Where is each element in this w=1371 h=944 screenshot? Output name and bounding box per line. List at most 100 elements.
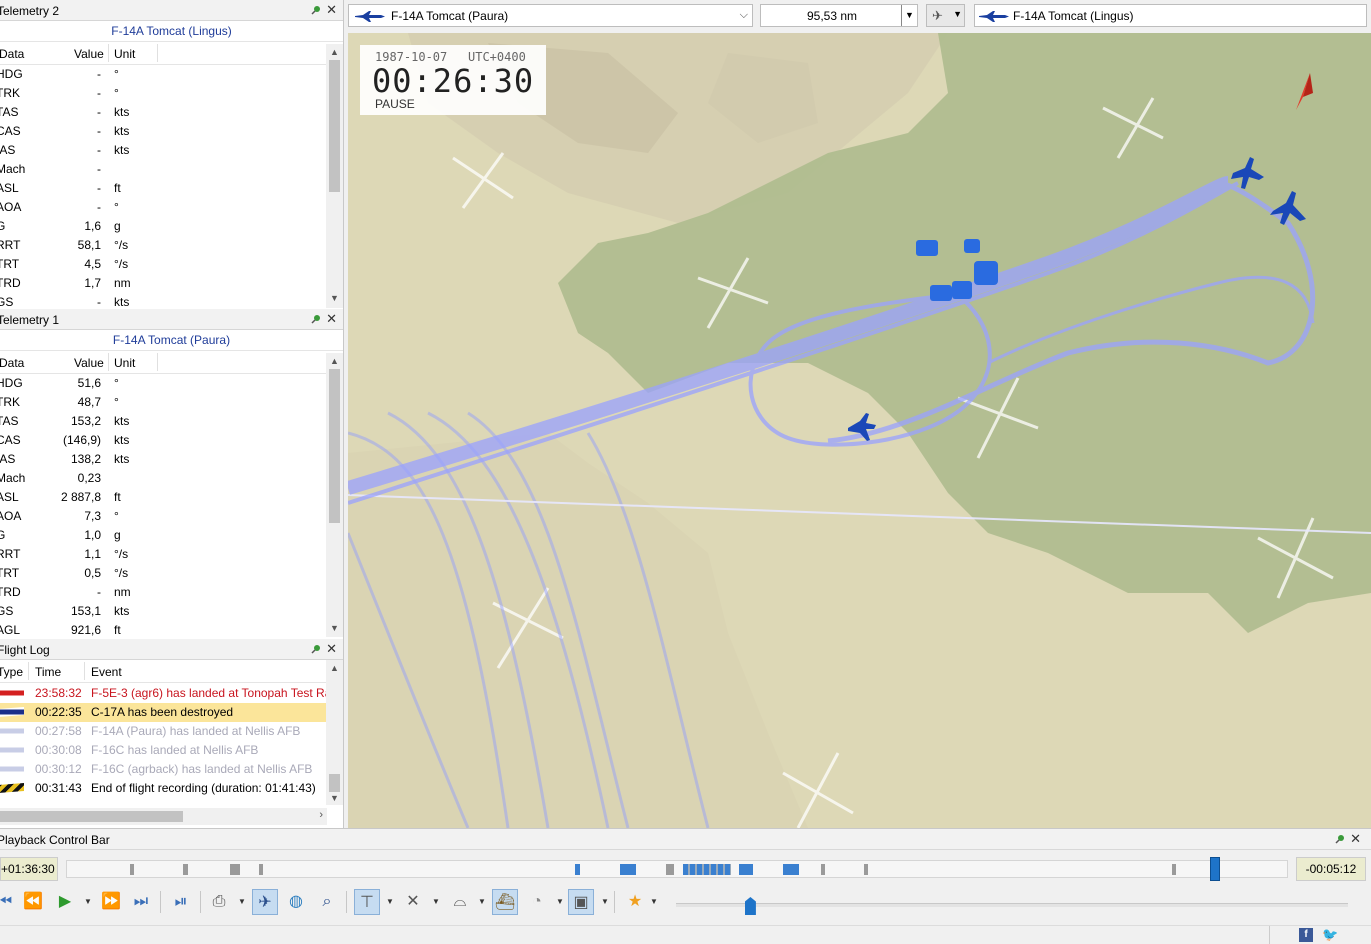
chevron-down-icon[interactable]: ▼ xyxy=(478,897,486,906)
list-item[interactable]: 23:58:32 F-5E-3 (agr6) has landed at Tono… xyxy=(0,684,343,703)
scroll-thumb[interactable] xyxy=(329,369,340,523)
telescope-icon[interactable]: ⌕ xyxy=(314,889,340,915)
chevron-down-icon[interactable]: ▼ xyxy=(386,897,394,906)
table-row[interactable]: IAS -kts xyxy=(0,141,343,160)
chevron-down-icon[interactable]: ▼ xyxy=(650,897,658,906)
scroll-thumb[interactable] xyxy=(329,60,340,192)
labels-icon[interactable]: ▣ xyxy=(568,889,594,915)
chevron-down-icon[interactable]: ▼ xyxy=(238,897,246,906)
col-value-header[interactable]: Value xyxy=(74,47,104,61)
chevron-down-icon[interactable]: ▼ xyxy=(432,897,440,906)
pin-icon[interactable] xyxy=(311,644,321,654)
aircraft-right-select[interactable]: F-14A Tomcat (Lingus) xyxy=(974,4,1367,27)
scrollbar[interactable]: ▲ ▼ xyxy=(326,44,343,308)
horizontal-scrollbar[interactable]: › xyxy=(0,808,327,825)
scrollbar[interactable]: ▲ ▼ xyxy=(326,353,343,637)
chevron-down-icon[interactable]: ▼ xyxy=(901,5,917,26)
list-item[interactable]: 00:27:58 F-14A (Paura) has landed at Nell… xyxy=(0,722,343,741)
table-row[interactable]: TRT 0,5 °/s xyxy=(0,564,343,583)
scroll-thumb[interactable] xyxy=(329,774,340,792)
scroll-down-icon[interactable]: ▼ xyxy=(330,623,339,633)
table-row[interactable]: IAS 138,2 kts xyxy=(0,450,343,469)
facebook-icon[interactable]: f xyxy=(1299,928,1313,942)
col-event-header[interactable]: Event xyxy=(91,665,122,679)
camera-mode-select[interactable]: ✈ ▼ xyxy=(926,4,965,27)
scroll-right-icon[interactable]: › xyxy=(319,809,323,821)
list-item[interactable]: 00:30:12 F-16C (agrback) has landed at Ne… xyxy=(0,760,343,779)
table-row[interactable]: AOA 7,3 ° xyxy=(0,507,343,526)
table-row[interactable]: GS - kts xyxy=(0,293,343,307)
table-row[interactable]: CAS - kts xyxy=(0,122,343,141)
frame-step-icon[interactable]: ⏯ xyxy=(168,889,194,915)
table-row[interactable]: ASL - ft xyxy=(0,179,343,198)
table-row[interactable]: Mach - xyxy=(0,160,343,179)
scroll-down-icon[interactable]: ▼ xyxy=(330,793,339,803)
list-item[interactable]: 00:22:35 C-17A has been destroyed xyxy=(0,703,343,722)
radar-tool-icon[interactable]: ⊤ xyxy=(354,889,380,915)
timeline-cursor[interactable] xyxy=(1209,857,1220,881)
distance-select[interactable]: 95,53 nm ▼ xyxy=(760,4,918,27)
close-icon[interactable]: ✕ xyxy=(326,2,337,18)
twitter-icon[interactable]: 🐦 xyxy=(1322,928,1338,942)
table-row[interactable]: TRK -° xyxy=(0,84,343,103)
table-row[interactable]: TAS -kts xyxy=(0,103,343,122)
scroll-down-icon[interactable]: ▼ xyxy=(330,293,339,303)
ground-unit-icon[interactable]: ⌓ xyxy=(447,889,473,915)
smoke-icon[interactable]: ◔ xyxy=(524,889,550,915)
table-row[interactable]: G 1,0 g xyxy=(0,526,343,545)
fast-forward-icon[interactable]: ⏩ xyxy=(98,889,124,915)
list-item[interactable]: 00:30:08 F-16C has landed at Nellis AFB xyxy=(0,741,343,760)
col-type-header[interactable]: Type xyxy=(0,665,23,679)
table-row[interactable]: HDG - ° xyxy=(0,65,343,84)
table-row[interactable]: GS 153,1 kts xyxy=(0,602,343,621)
speed-slider-thumb[interactable] xyxy=(744,897,756,915)
globe-icon[interactable]: ◍ xyxy=(283,889,309,915)
col-data-header[interactable]: Data xyxy=(0,47,24,61)
scroll-up-icon[interactable]: ▲ xyxy=(330,47,339,57)
skip-start-icon[interactable]: ⏮ xyxy=(0,889,18,915)
ship-icon[interactable]: ⛴ xyxy=(492,889,518,915)
star-icon[interactable]: ★ xyxy=(622,889,648,915)
list-item[interactable]: 00:31:43 End of flight recording (duratio… xyxy=(0,779,343,798)
panel-header[interactable]: Telemetry 2 ✕ xyxy=(0,0,343,21)
scroll-up-icon[interactable]: ▲ xyxy=(330,663,339,673)
panel-header[interactable]: Flight Log ✕ xyxy=(0,639,343,660)
cockpit-view-icon[interactable]: ⎙ xyxy=(206,889,232,915)
table-row[interactable]: AOA - ° xyxy=(0,198,343,217)
pin-icon[interactable] xyxy=(311,314,321,324)
close-icon[interactable]: ✕ xyxy=(326,311,337,327)
play-icon[interactable]: ▶ xyxy=(52,889,78,915)
table-row[interactable]: TAS 153,2 kts xyxy=(0,412,343,431)
table-row[interactable]: TRD -nm xyxy=(0,583,343,602)
timeline-track[interactable] xyxy=(66,860,1288,878)
chevron-down-icon[interactable]: ▼ xyxy=(556,897,564,906)
pin-icon[interactable] xyxy=(311,5,321,15)
table-row[interactable]: TRT 4,5 °/s xyxy=(0,255,343,274)
weapon-tool-icon[interactable]: ✕ xyxy=(400,889,426,915)
panel-header[interactable]: Telemetry 1 ✕ xyxy=(0,309,343,330)
chevron-down-icon[interactable]: ▼ xyxy=(601,897,609,906)
table-row[interactable]: ASL 2 887,8 ft xyxy=(0,488,343,507)
table-row[interactable]: HDG 51,6 ° xyxy=(0,374,343,393)
pin-icon[interactable] xyxy=(1335,834,1345,844)
scroll-thumb[interactable] xyxy=(0,811,183,822)
skip-end-icon[interactable]: ⏭ xyxy=(128,889,154,915)
table-row[interactable]: RRT 1,1 °/s xyxy=(0,545,343,564)
scrollbar[interactable]: ▲ ▼ xyxy=(326,660,343,805)
table-row[interactable]: RRT 58,1 °/s xyxy=(0,236,343,255)
table-row[interactable]: G 1,6 g xyxy=(0,217,343,236)
scroll-up-icon[interactable]: ▲ xyxy=(330,356,339,366)
table-row[interactable]: TRD 1,7 nm xyxy=(0,274,343,293)
speed-slider[interactable] xyxy=(676,903,1348,907)
col-data-header[interactable]: Data xyxy=(0,356,24,370)
col-unit-header[interactable]: Unit xyxy=(114,47,135,61)
table-row[interactable]: AGL 921,6 ft xyxy=(0,621,343,636)
table-row[interactable]: TRK 48,7 ° xyxy=(0,393,343,412)
map-view[interactable]: 1987-10-07 UTC+0400 00:26:30 PAUSE xyxy=(348,33,1371,828)
panel-header[interactable]: Playback Control Bar ✕ xyxy=(0,829,1371,850)
close-icon[interactable]: ✕ xyxy=(1350,831,1361,847)
col-unit-header[interactable]: Unit xyxy=(114,356,135,370)
rewind-icon[interactable]: ⏪ xyxy=(20,889,46,915)
table-row[interactable]: CAS (146,9) kts xyxy=(0,431,343,450)
aircraft-view-icon[interactable]: ✈ xyxy=(252,889,278,915)
